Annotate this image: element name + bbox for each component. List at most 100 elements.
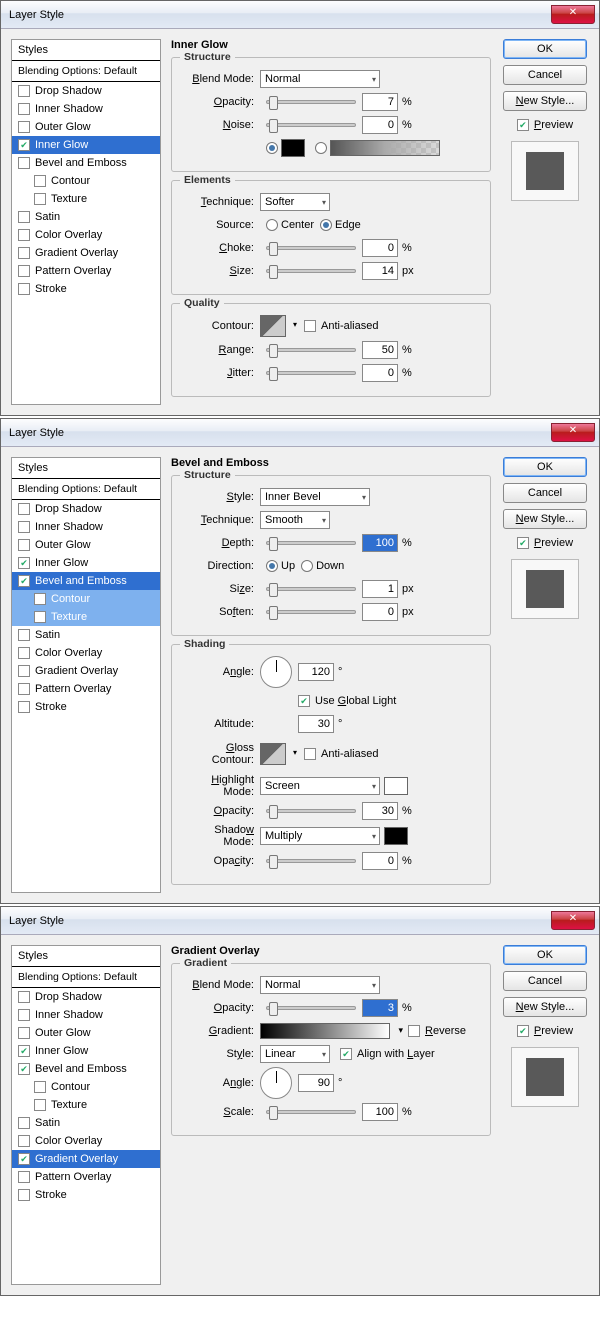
range-slider[interactable] — [266, 348, 356, 352]
shadow-mode-dropdown[interactable]: Multiply — [260, 827, 380, 845]
checkbox[interactable]: ✔ — [18, 139, 30, 151]
style-bevel-emboss[interactable]: ✔Bevel and Emboss — [12, 572, 160, 590]
style-gradient-overlay[interactable]: ✔Gradient Overlay — [12, 1150, 160, 1168]
shadow-opacity-input[interactable] — [362, 852, 398, 870]
jitter-slider[interactable] — [266, 371, 356, 375]
gloss-contour-picker[interactable] — [260, 743, 286, 765]
style-inner-glow[interactable]: ✔Inner Glow — [12, 136, 160, 154]
soften-input[interactable] — [362, 603, 398, 621]
angle-dial[interactable] — [260, 1067, 292, 1099]
checkbox[interactable] — [18, 229, 30, 241]
opacity-input[interactable] — [362, 93, 398, 111]
style-outer-glow[interactable]: Outer Glow — [12, 1024, 160, 1042]
style-dropdown[interactable]: Inner Bevel — [260, 488, 370, 506]
style-bevel-emboss[interactable]: ✔Bevel and Emboss — [12, 1060, 160, 1078]
close-button[interactable]: ✕ — [551, 423, 595, 442]
opacity-slider[interactable] — [266, 100, 356, 104]
gradient-picker[interactable] — [260, 1023, 390, 1039]
close-button[interactable]: ✕ — [551, 5, 595, 24]
ok-button[interactable]: OK — [503, 457, 587, 477]
blend-mode-dropdown[interactable]: Normal — [260, 976, 380, 994]
preview-checkbox[interactable]: ✔ — [517, 537, 529, 549]
altitude-input[interactable] — [298, 715, 334, 733]
preview-checkbox[interactable]: ✔ — [517, 119, 529, 131]
direction-up-radio[interactable] — [266, 560, 278, 572]
size-slider[interactable] — [266, 587, 356, 591]
noise-input[interactable] — [362, 116, 398, 134]
scale-slider[interactable] — [266, 1110, 356, 1114]
style-texture[interactable]: Texture — [12, 608, 160, 626]
shadow-opacity-slider[interactable] — [266, 859, 356, 863]
shadow-color[interactable] — [384, 827, 408, 845]
size-input[interactable] — [362, 262, 398, 280]
scale-input[interactable] — [362, 1103, 398, 1121]
style-inner-shadow[interactable]: Inner Shadow — [12, 518, 160, 536]
style-texture[interactable]: Texture — [12, 190, 160, 208]
cancel-button[interactable]: Cancel — [503, 65, 587, 85]
style-stroke[interactable]: Stroke — [12, 698, 160, 716]
highlight-opacity-input[interactable] — [362, 802, 398, 820]
angle-input[interactable] — [298, 1074, 334, 1092]
style-drop-shadow[interactable]: Drop Shadow — [12, 500, 160, 518]
blend-mode-dropdown[interactable]: Normal — [260, 70, 380, 88]
soften-slider[interactable] — [266, 610, 356, 614]
highlight-color[interactable] — [384, 777, 408, 795]
checkbox[interactable] — [18, 265, 30, 277]
choke-slider[interactable] — [266, 246, 356, 250]
contour-picker[interactable] — [260, 315, 286, 337]
style-outer-glow[interactable]: Outer Glow — [12, 536, 160, 554]
antialiased-checkbox[interactable] — [304, 320, 316, 332]
checkbox[interactable] — [18, 85, 30, 97]
style-drop-shadow[interactable]: Drop Shadow — [12, 82, 160, 100]
checkbox[interactable] — [34, 193, 46, 205]
close-button[interactable]: ✕ — [551, 911, 595, 930]
checkbox[interactable] — [18, 283, 30, 295]
style-drop-shadow[interactable]: Drop Shadow — [12, 988, 160, 1006]
reverse-checkbox[interactable] — [408, 1025, 420, 1037]
align-checkbox[interactable]: ✔ — [340, 1048, 352, 1060]
highlight-mode-dropdown[interactable]: Screen — [260, 777, 380, 795]
opacity-input[interactable] — [362, 999, 398, 1017]
depth-slider[interactable] — [266, 541, 356, 545]
checkbox[interactable] — [18, 121, 30, 133]
checkbox[interactable] — [18, 157, 30, 169]
style-pattern-overlay[interactable]: Pattern Overlay — [12, 262, 160, 280]
angle-dial[interactable] — [260, 656, 292, 688]
style-inner-shadow[interactable]: Inner Shadow — [12, 1006, 160, 1024]
style-stroke[interactable]: Stroke — [12, 1186, 160, 1204]
style-inner-shadow[interactable]: Inner Shadow — [12, 100, 160, 118]
opacity-slider[interactable] — [266, 1006, 356, 1010]
checkbox[interactable] — [18, 103, 30, 115]
style-stroke[interactable]: Stroke — [12, 280, 160, 298]
style-bevel-emboss[interactable]: Bevel and Emboss — [12, 154, 160, 172]
preview-checkbox[interactable]: ✔ — [517, 1025, 529, 1037]
antialiased-checkbox[interactable] — [304, 748, 316, 760]
style-color-overlay[interactable]: Color Overlay — [12, 644, 160, 662]
size-input[interactable] — [362, 580, 398, 598]
technique-dropdown[interactable]: Smooth — [260, 511, 330, 529]
ok-button[interactable]: OK — [503, 39, 587, 59]
checkbox[interactable] — [34, 175, 46, 187]
cancel-button[interactable]: Cancel — [503, 971, 587, 991]
style-satin[interactable]: Satin — [12, 1114, 160, 1132]
style-pattern-overlay[interactable]: Pattern Overlay — [12, 680, 160, 698]
cancel-button[interactable]: Cancel — [503, 483, 587, 503]
size-slider[interactable] — [266, 269, 356, 273]
jitter-input[interactable] — [362, 364, 398, 382]
style-contour[interactable]: Contour — [12, 1078, 160, 1096]
style-pattern-overlay[interactable]: Pattern Overlay — [12, 1168, 160, 1186]
style-outer-glow[interactable]: Outer Glow — [12, 118, 160, 136]
style-dropdown[interactable]: Linear — [260, 1045, 330, 1063]
style-texture[interactable]: Texture — [12, 1096, 160, 1114]
style-contour[interactable]: Contour — [12, 590, 160, 608]
highlight-opacity-slider[interactable] — [266, 809, 356, 813]
range-input[interactable] — [362, 341, 398, 359]
style-satin[interactable]: Satin — [12, 626, 160, 644]
styles-header[interactable]: Styles — [12, 40, 160, 61]
source-edge-radio[interactable] — [320, 219, 332, 231]
style-contour[interactable]: Contour — [12, 172, 160, 190]
style-gradient-overlay[interactable]: Gradient Overlay — [12, 662, 160, 680]
style-color-overlay[interactable]: Color Overlay — [12, 226, 160, 244]
color-radio[interactable] — [266, 142, 278, 154]
style-gradient-overlay[interactable]: Gradient Overlay — [12, 244, 160, 262]
